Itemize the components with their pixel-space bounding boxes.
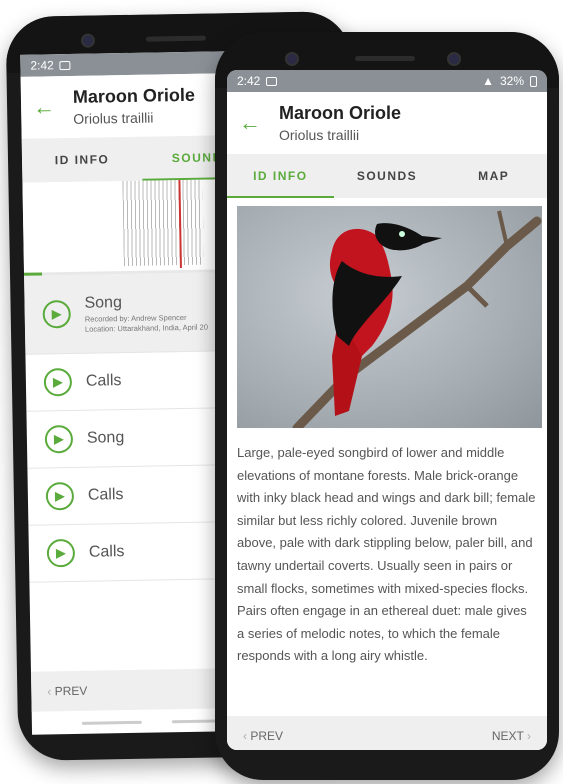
species-scientific-name: Oriolus traillii [73,109,154,127]
battery-percent: 32% [499,74,524,88]
maroon-oriole-illustration [292,210,542,428]
image-notification-icon [59,60,71,70]
status-time: 2:42 [30,58,54,73]
recording-location: Location: Uttarakhand, India, April 20 [84,322,209,334]
front-phone: 2:42 ▲ 32% ← Maroon Oriole Oriolus trail… [215,32,559,780]
sound-label: Calls [85,372,122,390]
tab-bar: ID INFO SOUNDS MAP [227,154,547,198]
prev-button[interactable]: ‹ PREV [243,729,283,743]
bottom-nav: ‹ PREV NEXT › [227,716,547,750]
app-header: ← Maroon Oriole Oriolus traillii [227,92,547,154]
speaker-grille [355,56,415,61]
bird-photo [237,206,542,428]
battery-icon [530,75,537,87]
play-icon[interactable]: ▶ [45,481,75,511]
chevron-right-icon: › [527,729,531,743]
sensor-icon [447,52,461,66]
prev-label: PREV [250,729,284,743]
species-description: Large, pale-eyed songbird of lower and m… [237,445,536,664]
arrow-left-icon[interactable]: ← [33,94,73,121]
status-time: 2:42 [237,74,261,88]
speaker-grille [145,35,206,42]
play-icon[interactable]: ▶ [43,367,73,397]
play-icon[interactable]: ▶ [42,299,71,329]
prev-button[interactable]: ‹ PREV [47,684,87,699]
gesture-bar [81,720,142,725]
prev-label: PREV [54,683,88,699]
front-camera-icon [285,52,299,66]
signal-icon: ▲ [482,74,494,88]
play-icon[interactable]: ▶ [44,424,74,454]
spectrogram-marks [122,179,204,267]
chevron-left-icon: ‹ [243,729,247,743]
next-label: NEXT [491,729,524,743]
status-bar: 2:42 ▲ 32% [227,70,547,92]
front-camera-icon [80,33,96,48]
tab-map[interactable]: MAP [440,154,547,198]
sound-label: Song [84,293,123,312]
tab-id-info[interactable]: ID INFO [22,137,143,183]
sound-label: Calls [88,543,125,561]
sound-label: Calls [87,486,124,504]
species-scientific-name: Oriolus traillii [279,127,360,143]
image-notification-icon [266,76,278,86]
play-icon[interactable]: ▶ [46,538,76,568]
id-info-screen: 2:42 ▲ 32% ← Maroon Oriole Oriolus trail… [227,70,547,750]
species-title: Maroon Oriole [72,84,196,107]
species-title: Maroon Oriole [279,103,402,123]
sound-label: Song [86,429,125,447]
arrow-left-icon[interactable]: ← [239,110,279,136]
tab-id-info[interactable]: ID INFO [227,154,334,198]
tab-sounds[interactable]: SOUNDS [334,154,441,198]
playback-progress [23,272,43,276]
next-button[interactable]: NEXT › [492,729,531,743]
chevron-left-icon: ‹ [47,684,52,699]
